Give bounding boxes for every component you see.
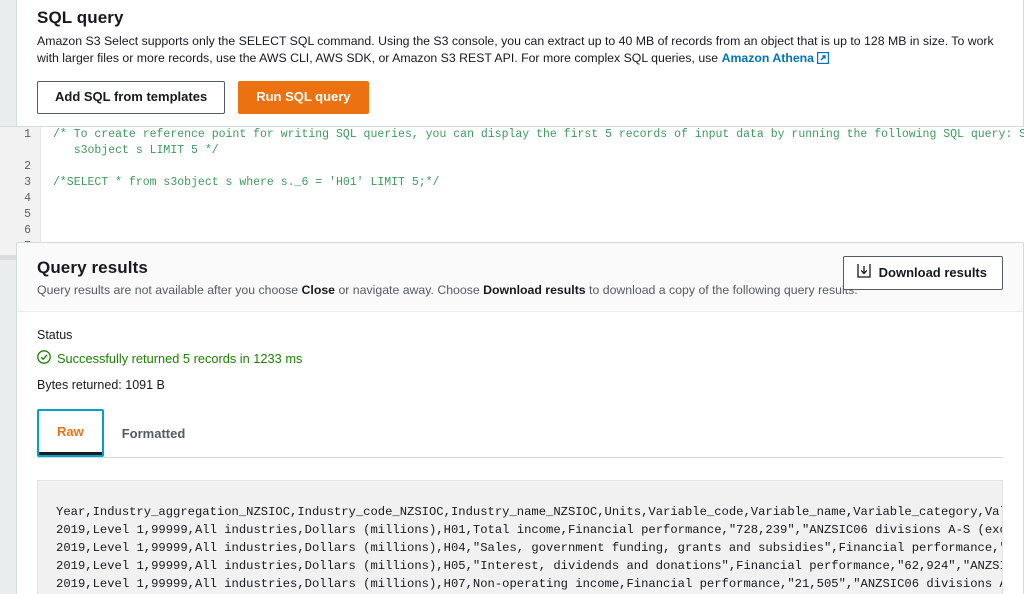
description-text: Amazon S3 Select supports only the SELEC… <box>37 34 994 65</box>
sql-code-editor[interactable]: 1 2 3 4 5 6 7 8 /* To create reference p… <box>0 126 1024 260</box>
line-number: 2 <box>24 160 31 173</box>
line-number: 4 <box>24 192 31 205</box>
add-sql-from-templates-button[interactable]: Add SQL from templates <box>37 81 226 114</box>
status-message: Successfully returned 5 records in 1233 … <box>57 351 303 366</box>
bytes-returned: Bytes returned: 1091 B <box>37 378 165 392</box>
amazon-athena-link[interactable]: Amazon Athena <box>722 51 814 65</box>
code-line-3: /*SELECT * from s3object s where s._6 = … <box>53 176 440 189</box>
external-link-icon <box>816 51 830 69</box>
raw-line-record: 2019,Level 1,99999,All industries,Dollar… <box>56 541 1003 555</box>
editor-line-number-gutter: 1 2 3 4 5 6 7 8 <box>0 127 41 260</box>
sql-query-panel: SQL query Amazon S3 Select supports only… <box>0 0 1024 261</box>
line-number: 5 <box>24 208 31 221</box>
success-check-icon <box>37 350 51 367</box>
status-label: Status <box>37 328 73 342</box>
code-line-1-wrap: s3object s LIMIT 5 */ <box>53 144 219 157</box>
tab-raw[interactable]: Raw <box>37 409 104 457</box>
raw-results-output: Year,Industry_aggregation_NZSIOC,Industr… <box>37 480 1003 594</box>
raw-line-record: 2019,Level 1,99999,All industries,Dollar… <box>56 523 1003 537</box>
status-badge: Successfully returned 5 records in 1233 … <box>37 350 1003 367</box>
run-sql-query-button[interactable]: Run SQL query <box>238 81 369 114</box>
raw-line-record: 2019,Level 1,99999,All industries,Dollar… <box>56 577 1003 591</box>
download-icon <box>856 263 871 282</box>
download-results-button[interactable]: Download results <box>842 256 1003 290</box>
raw-line-record: 2019,Level 1,99999,All industries,Dollar… <box>56 559 1003 573</box>
line-number-wrap <box>0 143 40 159</box>
sql-query-description: Amazon S3 Select supports only the SELEC… <box>37 33 1003 69</box>
results-format-tabs: Raw Formatted <box>37 409 1003 458</box>
line-number: 3 <box>24 176 31 189</box>
line-number: 6 <box>24 224 31 237</box>
tab-formatted[interactable]: Formatted <box>104 411 204 457</box>
raw-line-header: Year,Industry_aggregation_NZSIOC,Industr… <box>56 505 1003 519</box>
download-results-label: Download results <box>878 264 987 280</box>
sql-query-title: SQL query <box>37 8 124 27</box>
code-line-1: /* To create reference point for writing… <box>53 128 1024 141</box>
s3-select-page: SQL query Amazon S3 Select supports only… <box>0 0 1024 594</box>
subtitle-pre: Query results are not available after yo… <box>37 283 302 297</box>
query-results-header: Query results Query results are not avai… <box>17 243 1023 312</box>
sql-action-buttons: Add SQL from templates Run SQL query <box>37 81 1003 114</box>
subtitle-close-emphasis: Close <box>301 283 336 297</box>
line-number: 1 <box>24 128 31 141</box>
subtitle-download-emphasis: Download results <box>483 283 586 297</box>
editor-code-area[interactable]: /* To create reference point for writing… <box>42 127 1024 260</box>
query-results-panel: Query results Query results are not avai… <box>16 242 1024 594</box>
subtitle-post: to download a copy of the following quer… <box>585 283 858 297</box>
subtitle-mid: or navigate away. Choose <box>335 283 484 297</box>
query-results-body: Status Successfully returned 5 records i… <box>17 312 1023 594</box>
